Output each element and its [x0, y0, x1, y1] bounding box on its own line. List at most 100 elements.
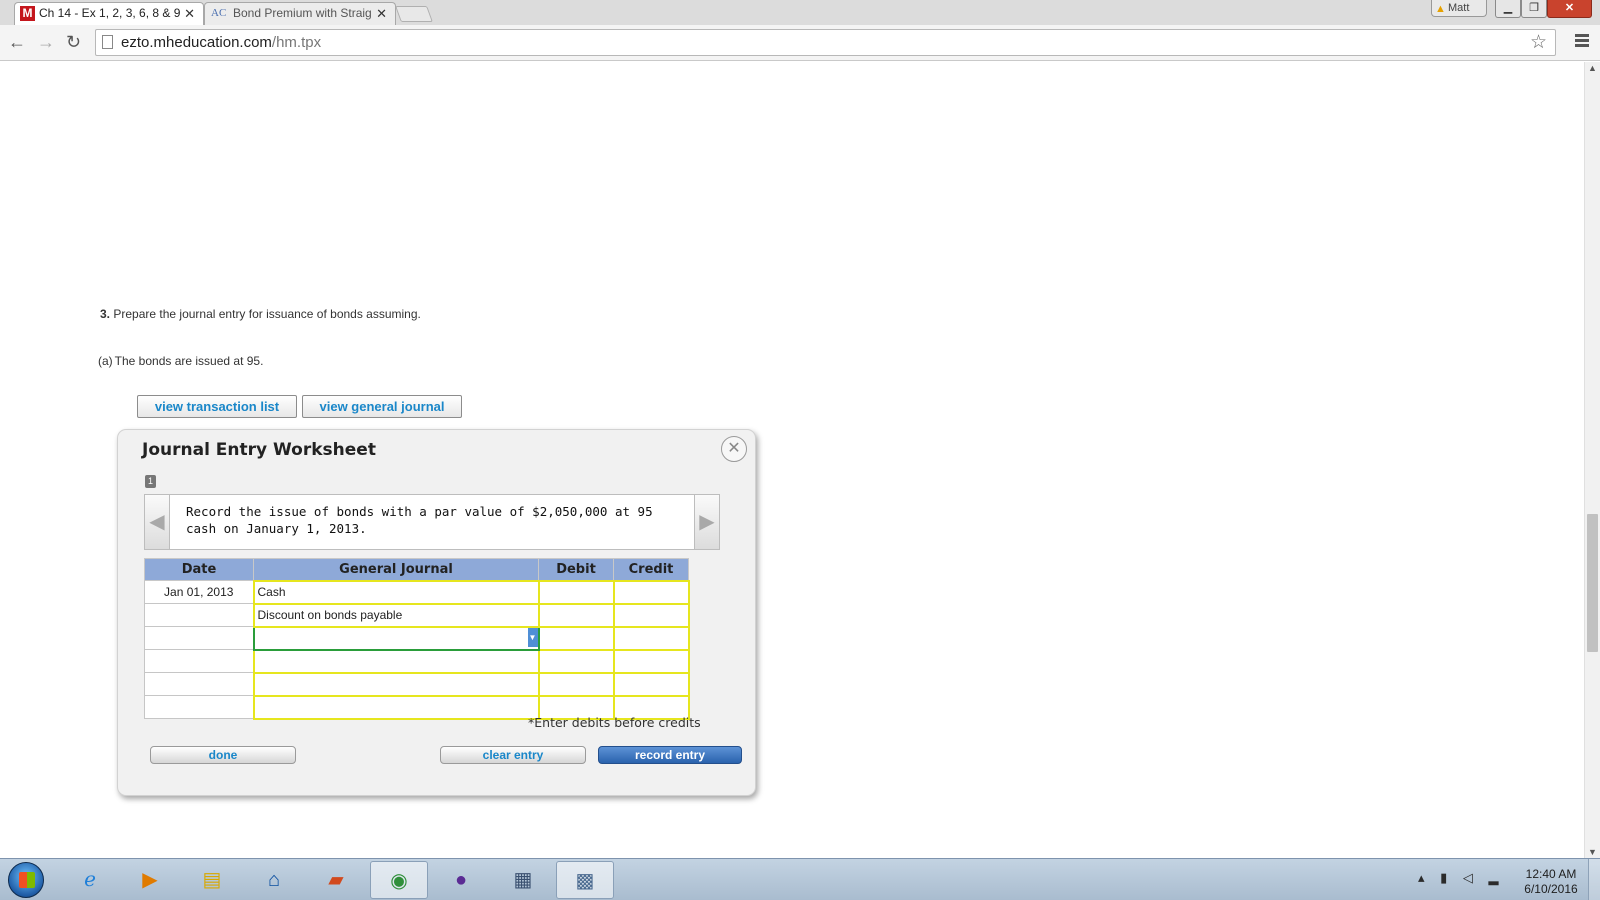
- scroll-up-arrow-icon[interactable]: ▲: [1588, 63, 1597, 73]
- date-cell[interactable]: [144, 695, 254, 719]
- debit-cell[interactable]: [537, 579, 615, 605]
- debit-cell[interactable]: [537, 648, 615, 674]
- column-header-date: Date: [144, 558, 254, 581]
- back-arrow-icon[interactable]: ←: [8, 32, 26, 52]
- browser-toolbar: ← → ↻ ezto.mheducation.com/hm.tpx ☆: [0, 25, 1600, 61]
- credit-cell[interactable]: [612, 579, 690, 605]
- network-icon[interactable]: ▰: [307, 861, 365, 899]
- debit-cell[interactable]: [537, 602, 615, 628]
- reload-icon[interactable]: ↻: [66, 32, 81, 52]
- part-label: (a): [98, 354, 113, 368]
- worksheet-title: Journal Entry Worksheet: [142, 440, 376, 460]
- scroll-thumb[interactable]: [1587, 514, 1598, 652]
- debit-cell[interactable]: [537, 625, 615, 651]
- chevron-down-icon[interactable]: ▼: [527, 627, 538, 647]
- question-number: 3.: [100, 307, 111, 321]
- column-header-debit: Debit: [538, 558, 614, 581]
- record-entry-button[interactable]: record entry: [598, 746, 742, 764]
- journal-table: Date General Journal Debit Credit Jan 01…: [144, 558, 690, 720]
- credit-cell[interactable]: [612, 671, 690, 697]
- clock-date: 6/10/2016: [1524, 882, 1578, 896]
- url-text: ezto.mheducation.com/hm.tpx: [121, 34, 322, 51]
- credit-cell[interactable]: [612, 648, 690, 674]
- account-cell[interactable]: Cash: [252, 579, 540, 605]
- mcgraw-hill-favicon-icon: M: [20, 6, 35, 21]
- windows-logo-icon: [19, 872, 35, 888]
- debit-cell[interactable]: [537, 671, 615, 697]
- profile-name: Matt: [1448, 2, 1470, 14]
- account-cell[interactable]: [252, 648, 540, 674]
- column-header-general-journal: General Journal: [253, 558, 539, 581]
- account-cell[interactable]: [252, 694, 540, 720]
- chrome-menu-icon[interactable]: [1575, 34, 1589, 49]
- profile-badge[interactable]: ▲ Matt: [1431, 0, 1487, 17]
- view-general-journal-button[interactable]: view general journal: [302, 395, 462, 418]
- date-cell[interactable]: Jan 01, 2013: [144, 580, 254, 604]
- journal-header-row: Date General Journal Debit Credit: [144, 558, 689, 581]
- tab-label: Ch 14 - Ex 1, 2, 3, 6, 8 & 9: [39, 6, 181, 20]
- media-sphere-icon[interactable]: ●: [432, 861, 490, 899]
- close-icon[interactable]: ✕: [721, 436, 747, 462]
- file-explorer-icon[interactable]: ▤: [183, 861, 241, 899]
- tab-label: Bond Premium with Straig: [233, 6, 372, 20]
- column-header-credit: Credit: [613, 558, 689, 581]
- restore-button[interactable]: ❐: [1521, 0, 1547, 18]
- question-text: Prepare the journal entry for issuance o…: [113, 307, 421, 321]
- table-row: [144, 671, 690, 697]
- date-cell[interactable]: [144, 649, 254, 673]
- ac-favicon-icon: AC: [211, 7, 227, 19]
- vertical-scrollbar[interactable]: ▲ ▼: [1584, 62, 1600, 858]
- warning-icon: ▲: [1435, 3, 1446, 15]
- hp-support-icon[interactable]: ⌂: [245, 861, 303, 899]
- chrome-icon[interactable]: ◉: [370, 861, 428, 899]
- previous-arrow-icon[interactable]: ◀: [145, 495, 170, 549]
- tab-close-icon[interactable]: ✕: [376, 3, 387, 24]
- media-player-icon[interactable]: ▶: [121, 861, 179, 899]
- question-part: (a) The bonds are issued at 95.: [98, 354, 263, 368]
- tab-close-icon[interactable]: ✕: [184, 3, 195, 24]
- windows-taskbar: ℯ ▶ ▤ ⌂ ▰ ◉ ● ▦ ▩ ▴ ▮ ◁ ▂ 12:40 AM 6/10/…: [0, 858, 1600, 900]
- view-transaction-list-button[interactable]: view transaction list: [137, 395, 297, 418]
- tab-ch14[interactable]: M Ch 14 - Ex 1, 2, 3, 6, 8 & 9 ✕: [14, 2, 204, 25]
- clear-entry-button[interactable]: clear entry: [440, 746, 586, 764]
- show-desktop-button[interactable]: [1588, 859, 1600, 900]
- screen: M Ch 14 - Ex 1, 2, 3, 6, 8 & 9 ✕ AC Bond…: [0, 0, 1600, 900]
- scroll-down-arrow-icon[interactable]: ▼: [1588, 847, 1597, 857]
- internet-explorer-icon[interactable]: ℯ: [61, 861, 119, 899]
- done-button[interactable]: done: [150, 746, 296, 764]
- debits-before-credits-hint: *Enter debits before credits: [528, 715, 701, 730]
- minimize-button[interactable]: ▁: [1495, 0, 1521, 18]
- transaction-navigator: ◀ Record the issue of bonds with a par v…: [144, 494, 720, 550]
- calculator-icon[interactable]: ▩: [556, 861, 614, 899]
- account-cell[interactable]: [252, 671, 540, 697]
- table-row: [144, 648, 690, 674]
- browser-tabstrip: M Ch 14 - Ex 1, 2, 3, 6, 8 & 9 ✕ AC Bond…: [0, 0, 1600, 25]
- journal-entry-worksheet: Journal Entry Worksheet ✕ 1 ◀ Record the…: [117, 429, 756, 796]
- step-number-badge[interactable]: 1: [145, 475, 156, 488]
- start-button[interactable]: [8, 862, 44, 898]
- part-text: The bonds are issued at 95.: [114, 354, 264, 368]
- system-tray-icons[interactable]: ▴ ▮ ◁ ▂: [1418, 870, 1505, 886]
- account-dropdown[interactable]: ▼: [252, 625, 540, 651]
- clock-time: 12:40 AM: [1525, 867, 1577, 881]
- credit-cell[interactable]: [612, 602, 690, 628]
- table-row: Discount on bonds payable: [144, 602, 690, 628]
- system-clock[interactable]: 12:40 AM 6/10/2016: [1520, 867, 1582, 897]
- transaction-instruction: Record the issue of bonds with a par val…: [186, 504, 653, 536]
- question-prompt: 3. Prepare the journal entry for issuanc…: [100, 307, 421, 321]
- next-arrow-icon[interactable]: ▶: [694, 495, 719, 549]
- table-row: ▼: [144, 625, 690, 651]
- bookmark-star-icon[interactable]: ☆: [1530, 31, 1547, 54]
- tab-bond-premium[interactable]: AC Bond Premium with Straig ✕: [204, 2, 396, 25]
- date-cell[interactable]: [144, 626, 254, 650]
- new-tab-button[interactable]: [395, 6, 433, 22]
- close-window-button[interactable]: ✕: [1547, 0, 1592, 18]
- forward-arrow-icon[interactable]: →: [37, 32, 55, 52]
- page-icon: [102, 35, 113, 49]
- address-bar[interactable]: ezto.mheducation.com/hm.tpx ☆: [95, 29, 1556, 56]
- window-app-icon[interactable]: ▦: [494, 861, 552, 899]
- date-cell[interactable]: [144, 603, 254, 627]
- account-cell[interactable]: Discount on bonds payable: [252, 602, 540, 628]
- credit-cell[interactable]: [612, 625, 690, 651]
- date-cell[interactable]: [144, 672, 254, 696]
